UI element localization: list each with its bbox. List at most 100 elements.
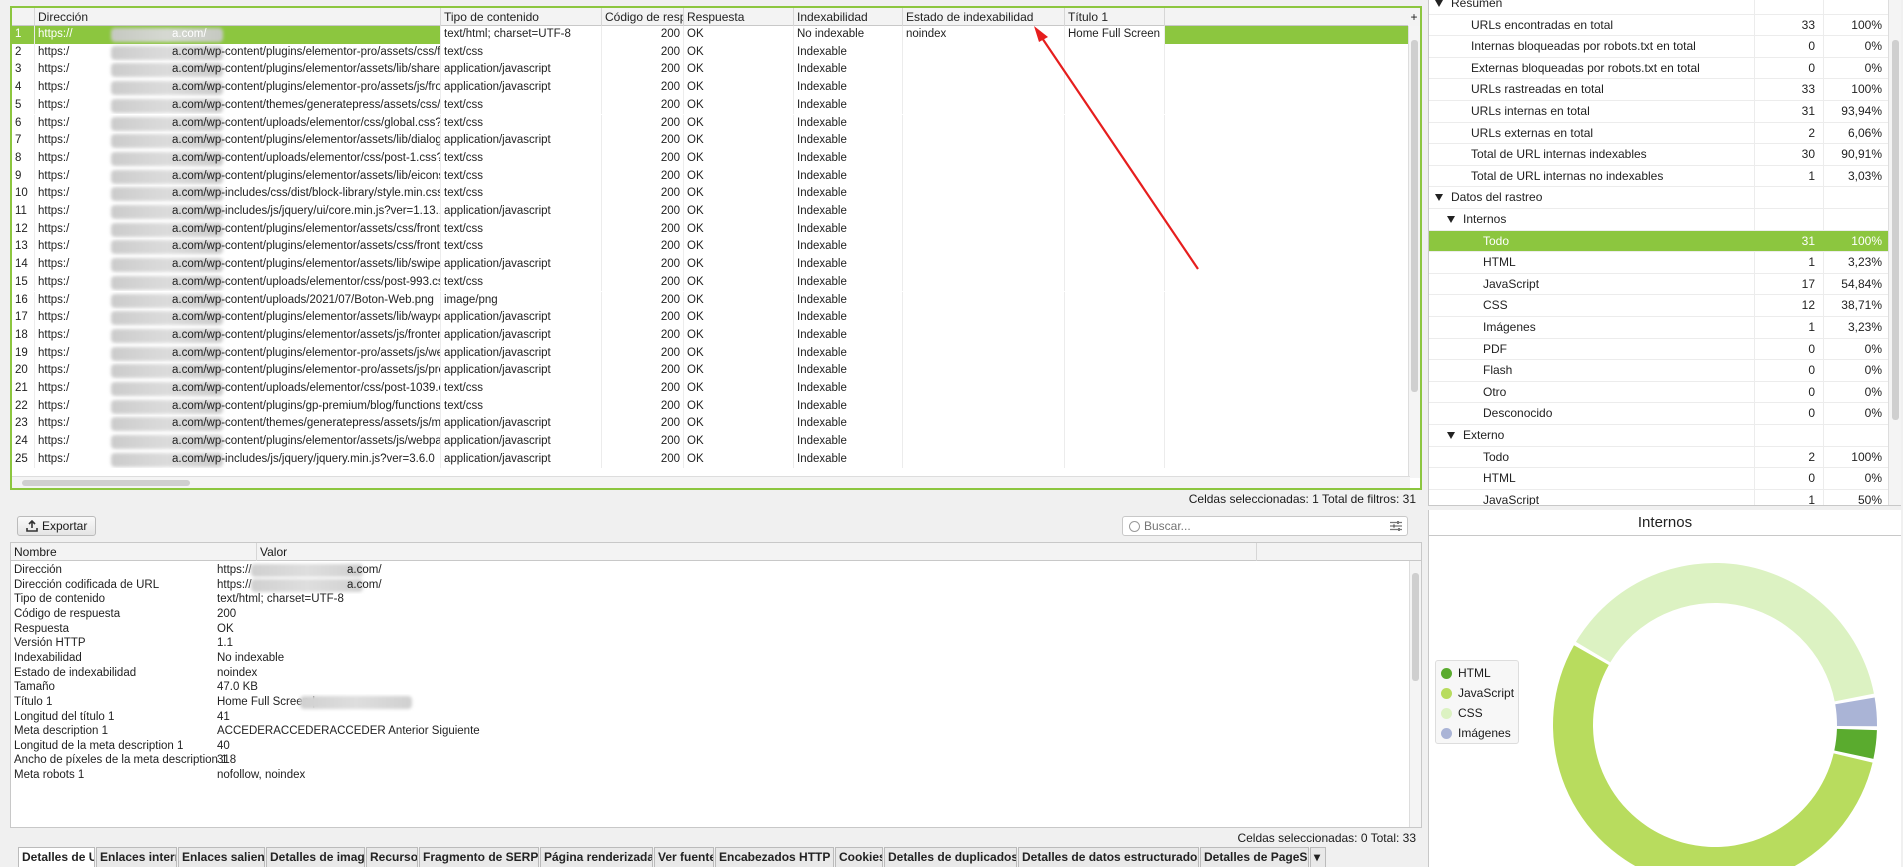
header-address[interactable]: Dirección <box>35 8 441 26</box>
header-content-type[interactable]: Tipo de contenido <box>441 8 602 26</box>
search-icon <box>1129 521 1140 532</box>
tree-row[interactable]: PDF 0 0% <box>1429 339 1889 361</box>
tree-row[interactable]: URLs externas en total 2 6,06% <box>1429 123 1889 145</box>
tab-cookies[interactable]: Cookies <box>835 847 883 867</box>
status-code-cell: 200 <box>602 149 684 168</box>
address-cell: https:/ a.com/wp-content/plugins/gp-premi… <box>35 397 441 416</box>
address-suffix: a.com/wp-content/uploads/2021/07/Boton-W… <box>172 293 434 306</box>
grid-vertical-scroll-thumb[interactable] <box>1411 40 1418 392</box>
tree-row[interactable]: CSS 12 38,71% <box>1429 295 1889 317</box>
header-value[interactable]: Valor <box>257 543 1257 561</box>
tree-label: URLs externas en total <box>1471 125 1594 140</box>
tree-row[interactable]: Desconocido 0 0% <box>1429 403 1889 425</box>
tree-row[interactable]: Internas bloqueadas por robots.txt en to… <box>1429 36 1889 58</box>
detail-scroll-thumb[interactable] <box>1412 573 1419 681</box>
table-row[interactable]: 17 https:/ a.com/wp-content/plugins/elemen… <box>12 309 1410 327</box>
header-name[interactable]: Nombre <box>11 543 257 561</box>
detail-row[interactable]: Meta robots 1 nofollow, noindex <box>11 767 1411 785</box>
search-box[interactable] <box>1122 516 1408 536</box>
expand-triangle-icon[interactable] <box>1447 432 1455 439</box>
add-column-button[interactable]: + <box>1408 8 1420 26</box>
tree-label: HTML <box>1483 255 1516 270</box>
filter-settings-icon[interactable] <box>1390 521 1402 531</box>
tree-label: Externo <box>1463 428 1505 442</box>
tree-row[interactable]: Todo 31 100% <box>1429 230 1889 253</box>
table-row[interactable]: 23 https:/ a.com/wp-content/themes/generat… <box>12 415 1410 434</box>
tab-detalles-de-datos-estructurados[interactable]: Detalles de datos estructurados <box>1018 847 1199 867</box>
grid-status-bar: Celdas seleccionadas: 1 Total de filtros… <box>10 490 1422 508</box>
indexability-cell: Indexable <box>794 220 903 239</box>
tree-row[interactable]: URLs internas en total 31 93,94% <box>1429 101 1889 123</box>
tree-percent: 38,71% <box>1841 298 1882 313</box>
tree-label: PDF <box>1483 341 1507 356</box>
tree-row[interactable]: JavaScript 17 54,84% <box>1429 274 1889 296</box>
tree-row[interactable]: Externas bloqueadas por robots.txt en to… <box>1429 58 1889 80</box>
tree-row[interactable]: Otro 0 0% <box>1429 382 1889 404</box>
tree-row[interactable]: JavaScript 1 50% <box>1429 490 1889 505</box>
tab-detalles-de-pagespe[interactable]: Detalles de PageSpe <box>1200 847 1309 867</box>
tab-detalles-de-duplicados[interactable]: Detalles de duplicados <box>884 847 1017 867</box>
tab-página-renderizada[interactable]: Página renderizada <box>540 847 653 867</box>
header-response[interactable]: Respuesta <box>684 8 794 26</box>
detail-value-text: 318 <box>217 754 237 767</box>
tree-count: 1 <box>1808 255 1815 270</box>
tree-count <box>1755 425 1815 447</box>
overview-vertical-scrollbar[interactable] <box>1888 0 1901 505</box>
tree-percent: 93,94% <box>1841 104 1882 118</box>
url-details-table[interactable]: Nombre Valor Dirección https://a.com/Dire… <box>10 542 1422 828</box>
title-cell <box>1065 309 1165 327</box>
tree-row[interactable]: Todo 2 100% <box>1429 447 1889 469</box>
grid-horizontal-scrollbar[interactable] <box>12 476 1410 488</box>
expand-triangle-icon[interactable] <box>1447 216 1455 223</box>
tree-row[interactable]: HTML 0 0% <box>1429 468 1889 490</box>
tree-row[interactable]: Internos <box>1429 209 1889 231</box>
tab-ver-fuente[interactable]: Ver fuente <box>654 847 714 867</box>
tree-row[interactable]: Total de URL internas no indexables 1 3,03… <box>1429 166 1889 188</box>
tabs-overflow-button[interactable]: ▾ <box>1310 847 1326 867</box>
header-status-code[interactable]: Código de resp... <box>602 8 684 26</box>
tree-row[interactable]: Datos del rastreo <box>1429 187 1889 209</box>
tree-row[interactable]: Total de URL internas indexables 30 90,91% <box>1429 144 1889 166</box>
expand-triangle-icon[interactable] <box>1435 0 1443 7</box>
expand-triangle-icon[interactable] <box>1435 194 1443 202</box>
table-row[interactable]: 16 https:/ a.com/wp-content/uploads/2021/0… <box>12 291 1410 310</box>
tab-fragmento-de-serp[interactable]: Fragmento de SERP <box>419 847 539 867</box>
table-row[interactable]: 24 https:/ a.com/wp-content/plugins/elemen… <box>12 433 1410 451</box>
detail-vertical-scrollbar[interactable] <box>1409 561 1421 827</box>
tree-row[interactable]: Flash 0 0% <box>1429 360 1889 382</box>
grid-horizontal-scroll-thumb[interactable] <box>22 480 190 486</box>
table-row[interactable]: 15 https:/ a.com/wp-content/uploads/elemen… <box>12 273 1410 292</box>
search-input[interactable] <box>1144 518 1374 534</box>
tree-row[interactable]: Imágenes 1 3,23% <box>1429 317 1889 339</box>
grid-vertical-scrollbar[interactable] <box>1408 26 1420 478</box>
row-number-cell: 24 <box>12 433 35 451</box>
table-row-partial[interactable] <box>12 469 1410 473</box>
table-row[interactable]: 19 https:/ a.com/wp-content/plugins/elemen… <box>12 344 1410 363</box>
table-row[interactable]: 21 https:/ a.com/wp-content/uploads/elemen… <box>12 380 1410 398</box>
header-indexability[interactable]: Indexabilidad <box>794 8 903 26</box>
indexability-cell: No indexable <box>794 26 903 44</box>
tree-row[interactable]: HTML 1 3,23% <box>1429 252 1889 274</box>
table-row[interactable]: 18 https:/ a.com/wp-content/plugins/elemen… <box>12 326 1410 345</box>
tree-row[interactable]: Resumen <box>1429 0 1889 15</box>
table-row[interactable]: 20 https:/ a.com/wp-content/plugins/elemen… <box>12 362 1410 380</box>
response-cell: OK <box>684 380 794 398</box>
tree-row[interactable]: URLs encontradas en total 33 100% <box>1429 15 1889 37</box>
tab-detalles-de-url[interactable]: Detalles de URL <box>18 847 95 867</box>
tab-enlaces-salientes[interactable]: Enlaces salientes <box>178 847 265 867</box>
overview-scroll-thumb[interactable] <box>1892 40 1899 420</box>
tab-detalles-de-imagen[interactable]: Detalles de imagen <box>266 847 365 867</box>
url-results-grid[interactable]: Dirección Tipo de contenido Código de re… <box>10 6 1422 490</box>
table-row[interactable]: 22 https:/ a.com/wp-content/plugins/gp-pre… <box>12 397 1410 416</box>
overview-tree-panel[interactable]: Resumen URLs encontradas en total 33 100% In… <box>1428 0 1901 506</box>
export-button[interactable]: Exportar <box>17 516 96 536</box>
tab-enlaces-internos[interactable]: Enlaces internos <box>96 847 177 867</box>
address-cell: https:/ a.com/wp-content/plugins/elemento… <box>35 167 441 186</box>
table-row[interactable]: 25 https:/ a.com/wp-includes/js/jquery/jqu… <box>12 450 1410 469</box>
tree-row[interactable]: URLs rastreadas en total 33 100% <box>1429 79 1889 101</box>
tab-recursos[interactable]: Recursos <box>366 847 418 867</box>
tab-encabezados-http[interactable]: Encabezados HTTP <box>715 847 834 867</box>
address-prefix: https:/ <box>38 134 70 147</box>
tree-row[interactable]: Externo <box>1429 425 1889 447</box>
header-row-number[interactable] <box>12 8 35 26</box>
